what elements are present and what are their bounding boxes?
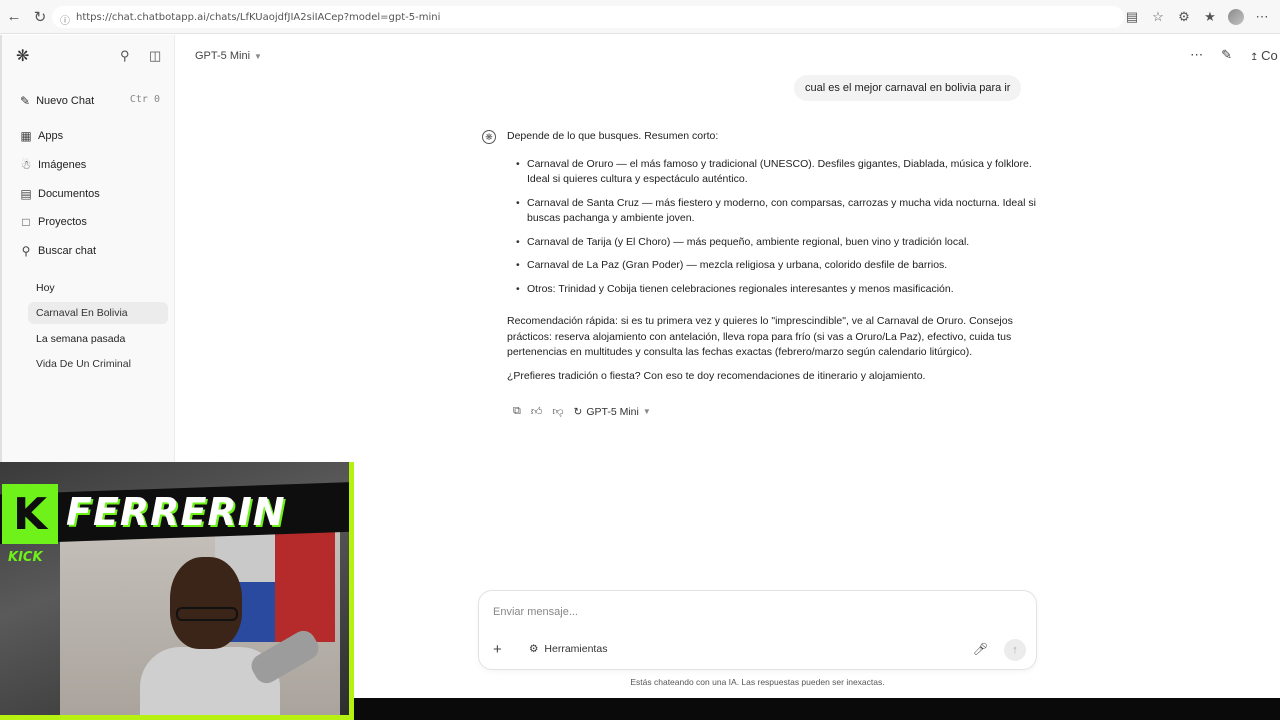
list-item: Carnaval de La Paz (Gran Poder) — mezcla…: [516, 258, 1037, 274]
folder-icon: □: [22, 215, 30, 229]
document-icon: ▤: [20, 187, 32, 201]
taskbar-strip: [354, 698, 1280, 720]
streamer-name: FERRERIN: [66, 490, 286, 534]
reload-icon[interactable]: ↻: [28, 5, 52, 29]
share-button[interactable]: ↥ Co: [1250, 48, 1280, 63]
favorites-icon[interactable]: ★: [1202, 9, 1218, 25]
model-label: GPT-5 Mini: [195, 50, 251, 62]
app-logo-icon[interactable]: ❋: [16, 46, 29, 66]
sidebar-item-label: Documentos: [38, 188, 100, 200]
list-item: Carnaval de Tarija (y El Choro) — más pe…: [516, 235, 1037, 251]
new-chat-shortcut: Ctr 0: [129, 94, 160, 105]
thumbs-up-icon[interactable]: 👍︎: [531, 405, 543, 418]
answer-intro: Depende de lo que busques. Resumen corto…: [507, 130, 719, 142]
kick-logo-icon: K: [2, 484, 58, 544]
user-message: cual es el mejor carnaval en bolivia par…: [794, 75, 1022, 101]
chevron-down-icon: ▼: [254, 51, 262, 61]
regenerate-model-button[interactable]: ↻ GPT-5 Mini ▼: [574, 406, 651, 418]
streamer-head: [170, 557, 242, 649]
history-item[interactable]: Vida De Un Criminal: [28, 353, 168, 375]
address-bar[interactable]: ⓘ https://chat.chatbotapp.ai/chats/LfKUa…: [52, 6, 1124, 28]
answer-question: ¿Prefieres tradición o fiesta? Con eso t…: [507, 369, 926, 382]
sidebar-toggle-icon[interactable]: ◫: [149, 48, 161, 64]
sidebar-item-label: Proyectos: [38, 216, 87, 228]
sidebar-item-label: Imágenes: [38, 159, 87, 171]
site-info-icon[interactable]: ⓘ: [60, 12, 70, 27]
extensions-icon[interactable]: ⚙: [1176, 9, 1192, 25]
header-actions: ⋯ ✎ ↥ Co: [1190, 47, 1280, 63]
sidebar-header: ❋ ⚲ ◫: [2, 35, 175, 75]
copy-icon[interactable]: ⧉: [513, 405, 521, 418]
bookmark-star-icon[interactable]: ☆: [1150, 9, 1166, 25]
glasses: [176, 607, 238, 621]
tools-icon: ⚙: [529, 643, 539, 655]
history-section-last-week: La semana pasada: [36, 333, 126, 345]
browser-menu-icon[interactable]: ⋯: [1254, 9, 1270, 25]
attach-plus-icon[interactable]: +: [493, 641, 502, 658]
sidebar-item-search-chat[interactable]: ⚲ Buscar chat: [12, 239, 164, 263]
new-chat-label: Nuevo Chat: [36, 95, 95, 107]
list-item: Carnaval de Oruro — el más famoso y trad…: [516, 157, 1037, 188]
edit-chat-icon[interactable]: ✎: [1221, 47, 1232, 63]
assistant-avatar-icon: ❋: [482, 130, 496, 144]
platform-label: KICK: [8, 550, 43, 565]
assistant-message: Depende de lo que busques. Resumen corto…: [507, 129, 1037, 384]
sidebar-item-label: Apps: [38, 130, 64, 142]
sidebar-item-projects[interactable]: □ Proyectos: [12, 210, 164, 234]
webcam-overlay: K KICK FERRERIN: [0, 462, 354, 720]
regenerate-model-label: GPT-5 Mini: [586, 405, 639, 418]
sidebar: ❋ ⚲ ◫ ✎ Nuevo Chat Ctr 0 ▦ Apps ☃ Imágen…: [2, 35, 175, 467]
profile-avatar[interactable]: [1228, 9, 1244, 25]
image-icon: ☃: [20, 158, 32, 172]
microphone-icon[interactable]: 🎤︎: [973, 642, 988, 656]
apps-grid-icon: ▦: [20, 129, 32, 143]
tools-label: Herramientas: [544, 643, 608, 655]
thumbs-down-icon[interactable]: 👎︎: [552, 405, 563, 418]
back-icon[interactable]: ←: [2, 5, 26, 29]
chevron-down-icon: ▼: [642, 407, 651, 416]
search-icon[interactable]: ⚲: [120, 48, 130, 64]
reader-mode-icon[interactable]: ▤: [1124, 9, 1140, 25]
sidebar-item-images[interactable]: ☃ Imágenes: [12, 153, 164, 177]
model-selector[interactable]: GPT-5 Mini ▼: [195, 50, 262, 62]
answer-list: Carnaval de Oruro — el más famoso y trad…: [507, 157, 1037, 298]
sidebar-item-label: Buscar chat: [38, 245, 97, 257]
list-item: Otros: Trinidad y Cobija tienen celebrac…: [516, 282, 1037, 298]
send-button[interactable]: ↑: [1004, 639, 1026, 661]
new-chat-icon: ✎: [20, 94, 31, 108]
answer-tips: Recomendación rápida: si es tu primera v…: [507, 315, 1013, 358]
share-label: Co: [1261, 47, 1278, 63]
tools-button[interactable]: ⚙ Herramientas: [529, 643, 607, 655]
message-actions: ⧉ 👍︎ 👎︎ ↻ GPT-5 Mini ▼: [513, 405, 651, 418]
ai-disclaimer: Estás chateando con una IA. Las respuest…: [630, 677, 885, 687]
sidebar-item-apps[interactable]: ▦ Apps: [12, 124, 164, 148]
streamer-figure: [140, 557, 280, 720]
message-input[interactable]: Enviar mensaje...: [493, 606, 578, 618]
history-section-today: Hoy: [36, 282, 55, 294]
regenerate-icon: ↻: [573, 405, 583, 418]
new-chat-button[interactable]: ✎ Nuevo Chat Ctr 0: [12, 89, 164, 113]
browser-actions: ▤ ☆ ⚙ ★ ⋯: [1124, 6, 1270, 28]
url-text: https://chat.chatbotapp.ai/chats/LfKUaoj…: [76, 11, 441, 23]
more-options-icon[interactable]: ⋯: [1190, 47, 1203, 63]
sidebar-item-documents[interactable]: ▤ Documentos: [12, 182, 164, 206]
history-item[interactable]: Carnaval En Bolivia: [28, 302, 168, 324]
list-item: Carnaval de Santa Cruz — más fiestero y …: [516, 196, 1037, 227]
search-icon: ⚲: [21, 244, 31, 258]
message-composer[interactable]: Enviar mensaje... + ⚙ Herramientas 🎤︎ ↑: [478, 590, 1037, 670]
